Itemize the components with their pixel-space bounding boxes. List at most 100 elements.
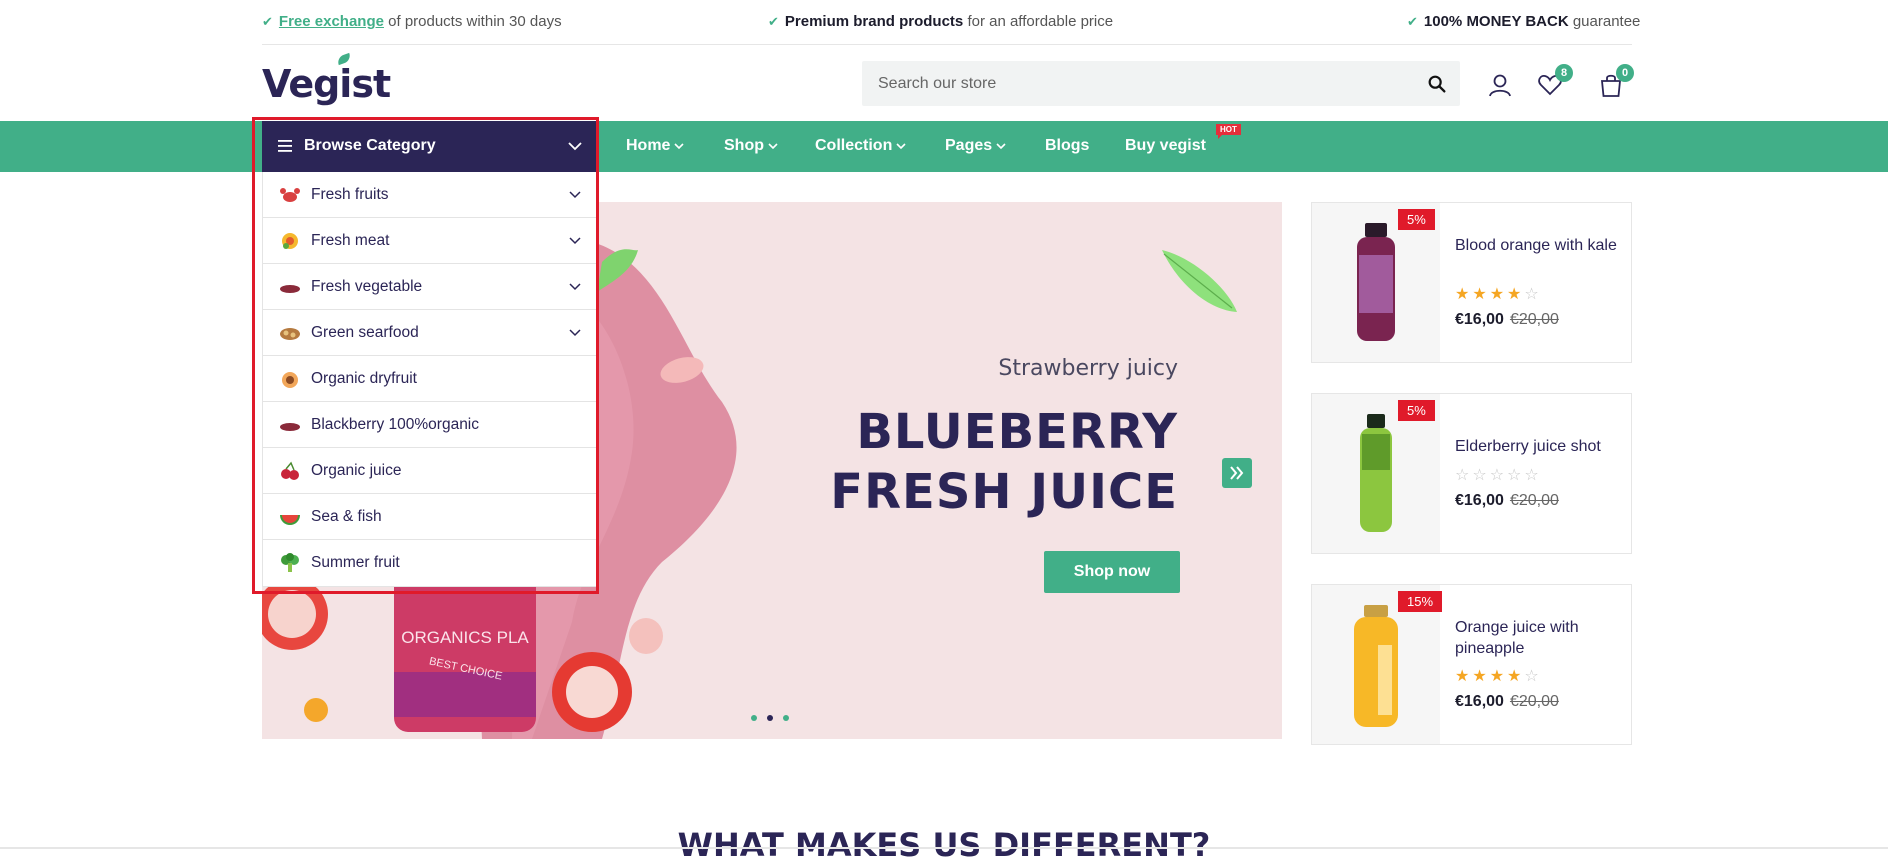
chevron-down-icon[interactable] bbox=[568, 234, 582, 248]
product-price: €16,00 €20,00 bbox=[1455, 492, 1559, 510]
wishlist-button[interactable]: 8 bbox=[1537, 64, 1573, 98]
discount-badge: 15% bbox=[1398, 591, 1443, 612]
category-label: Blackberry 100%organic bbox=[311, 416, 480, 433]
category-label: Fresh fruits bbox=[311, 186, 389, 203]
discount-badge: 5% bbox=[1398, 400, 1435, 421]
category-item[interactable]: Organic juice bbox=[263, 448, 596, 494]
category-item[interactable]: Blackberry 100%organic bbox=[263, 402, 596, 448]
broccoli-icon bbox=[281, 553, 299, 572]
rating-stars: ★★★★☆ bbox=[1455, 284, 1542, 304]
category-item[interactable]: Summer fruit bbox=[263, 540, 596, 586]
star-filled-icon: ★ bbox=[1472, 668, 1490, 685]
nav-item-collection[interactable]: Collection bbox=[815, 137, 906, 155]
current-price: €16,00 bbox=[1455, 492, 1504, 509]
star-empty-icon: ☆ bbox=[1507, 467, 1525, 484]
nav-item-pages[interactable]: Pages bbox=[945, 137, 1006, 155]
product-name[interactable]: Blood orange with kale bbox=[1455, 235, 1625, 256]
star-empty-icon: ☆ bbox=[1524, 467, 1542, 484]
search-icon[interactable] bbox=[1426, 73, 1448, 95]
nav-item-label: Pages bbox=[945, 137, 993, 154]
logo-text: Vegist bbox=[262, 62, 391, 106]
browse-category-label: Browse Category bbox=[304, 137, 436, 154]
star-empty-icon: ☆ bbox=[1524, 668, 1542, 685]
announcement-premium: ✔ Premium brand products for an affordabl… bbox=[768, 13, 1113, 30]
hamburger-icon bbox=[278, 140, 292, 152]
category-item[interactable]: Green searfood bbox=[263, 310, 596, 356]
chevron-down-icon[interactable] bbox=[568, 280, 582, 294]
product-card[interactable]: 15% Orange juice with pineapple ★★★★☆ €1… bbox=[1311, 584, 1632, 745]
nav-item-home[interactable]: Home bbox=[626, 137, 685, 155]
category-item[interactable]: Fresh meat bbox=[263, 218, 596, 264]
category-label: Organic dryfruit bbox=[311, 370, 417, 387]
cart-button[interactable]: 0 bbox=[1598, 64, 1634, 98]
slider-dot[interactable] bbox=[751, 715, 757, 721]
cherry-icon bbox=[281, 461, 299, 480]
star-empty-icon: ☆ bbox=[1472, 467, 1490, 484]
crab-icon bbox=[280, 188, 300, 202]
discount-badge: 5% bbox=[1398, 209, 1435, 230]
check-icon: ✔ bbox=[1407, 14, 1418, 29]
free-exchange-link[interactable]: Free exchange bbox=[279, 13, 384, 30]
divider bbox=[0, 847, 1888, 849]
nav-item-blogs[interactable]: Blogs bbox=[1045, 137, 1089, 155]
star-filled-icon: ★ bbox=[1455, 668, 1473, 685]
section-title: WHAT MAKES US DIFFERENT? bbox=[677, 826, 1211, 859]
announcement-free-exchange: ✔ Free exchange of products within 30 day… bbox=[262, 13, 562, 30]
star-empty-icon: ☆ bbox=[1455, 467, 1473, 484]
bottle-label: ORGANICS PLA bbox=[401, 628, 529, 647]
hero-title-line: BLUEBERRY bbox=[856, 404, 1178, 460]
top-announcement-bar: ✔ Free exchange of products within 30 day… bbox=[262, 0, 1640, 45]
cart-count-badge: 0 bbox=[1616, 64, 1634, 82]
main-navigation: Browse Category Home Shop Collection Pag… bbox=[0, 121, 1888, 172]
nuts-icon bbox=[280, 328, 300, 340]
product-card[interactable]: 5% Blood orange with kale ★★★★☆ €16,00 €2… bbox=[1311, 202, 1632, 363]
star-empty-icon: ☆ bbox=[1524, 286, 1542, 303]
hot-badge: HOT bbox=[1216, 124, 1241, 139]
chevron-down-icon[interactable] bbox=[568, 188, 582, 202]
search-input[interactable] bbox=[862, 61, 1382, 106]
old-price: €20,00 bbox=[1509, 311, 1559, 328]
berry-icon bbox=[280, 423, 300, 431]
category-item[interactable]: Fresh vegetable bbox=[263, 264, 596, 310]
watermelon-icon bbox=[280, 515, 300, 525]
slider-dot[interactable] bbox=[783, 715, 789, 721]
category-label: Green searfood bbox=[311, 324, 419, 341]
user-account-icon[interactable] bbox=[1487, 72, 1513, 98]
announcement-money-back: ✔ 100% MONEY BACK guarantee bbox=[1407, 13, 1640, 30]
category-label: Organic juice bbox=[311, 462, 402, 479]
product-card[interactable]: 5% Elderberry juice shot ☆☆☆☆☆ €16,00 €20… bbox=[1311, 393, 1632, 554]
slider-dots bbox=[751, 708, 799, 726]
category-label: Summer fruit bbox=[311, 554, 400, 571]
category-item[interactable]: Sea & fish bbox=[263, 494, 596, 540]
category-item[interactable]: Organic dryfruit bbox=[263, 356, 596, 402]
star-filled-icon: ★ bbox=[1472, 286, 1490, 303]
site-logo[interactable]: Vegist bbox=[262, 52, 391, 106]
category-dropdown: Fresh fruits Fresh meat Fresh vegetable … bbox=[262, 172, 597, 587]
wishlist-count-badge: 8 bbox=[1555, 64, 1573, 82]
nav-item-label: Shop bbox=[724, 137, 764, 154]
category-label: Fresh meat bbox=[311, 232, 390, 249]
announcement-text: guarantee bbox=[1572, 13, 1641, 30]
category-item[interactable]: Fresh fruits bbox=[263, 172, 596, 218]
announcement-text: of products within 30 days bbox=[388, 13, 562, 30]
product-name[interactable]: Orange juice with pineapple bbox=[1455, 617, 1625, 659]
shop-now-button[interactable]: Shop now bbox=[1044, 551, 1180, 593]
old-price: €20,00 bbox=[1509, 492, 1559, 509]
double-chevron-right-icon bbox=[1230, 466, 1244, 480]
slider-next-button[interactable] bbox=[1222, 458, 1252, 488]
announcement-text: for an affordable price bbox=[967, 13, 1114, 30]
chevron-down-icon[interactable] bbox=[568, 326, 582, 340]
product-name[interactable]: Elderberry juice shot bbox=[1455, 436, 1625, 457]
product-price: €16,00 €20,00 bbox=[1455, 693, 1559, 711]
nav-item-buy-vegist[interactable]: Buy vegist bbox=[1125, 137, 1206, 155]
slider-dot-active[interactable] bbox=[767, 715, 773, 721]
browse-category-button[interactable]: Browse Category bbox=[262, 121, 597, 172]
nav-item-shop[interactable]: Shop bbox=[724, 137, 778, 155]
nav-item-label: Blogs bbox=[1045, 137, 1090, 154]
announcement-bold: Premium brand products bbox=[784, 13, 964, 30]
current-price: €16,00 bbox=[1455, 311, 1504, 328]
star-filled-icon: ★ bbox=[1489, 668, 1508, 685]
chevron-down-icon bbox=[768, 143, 778, 149]
berry-icon bbox=[280, 285, 300, 293]
rating-stars: ★★★★☆ bbox=[1455, 666, 1542, 686]
